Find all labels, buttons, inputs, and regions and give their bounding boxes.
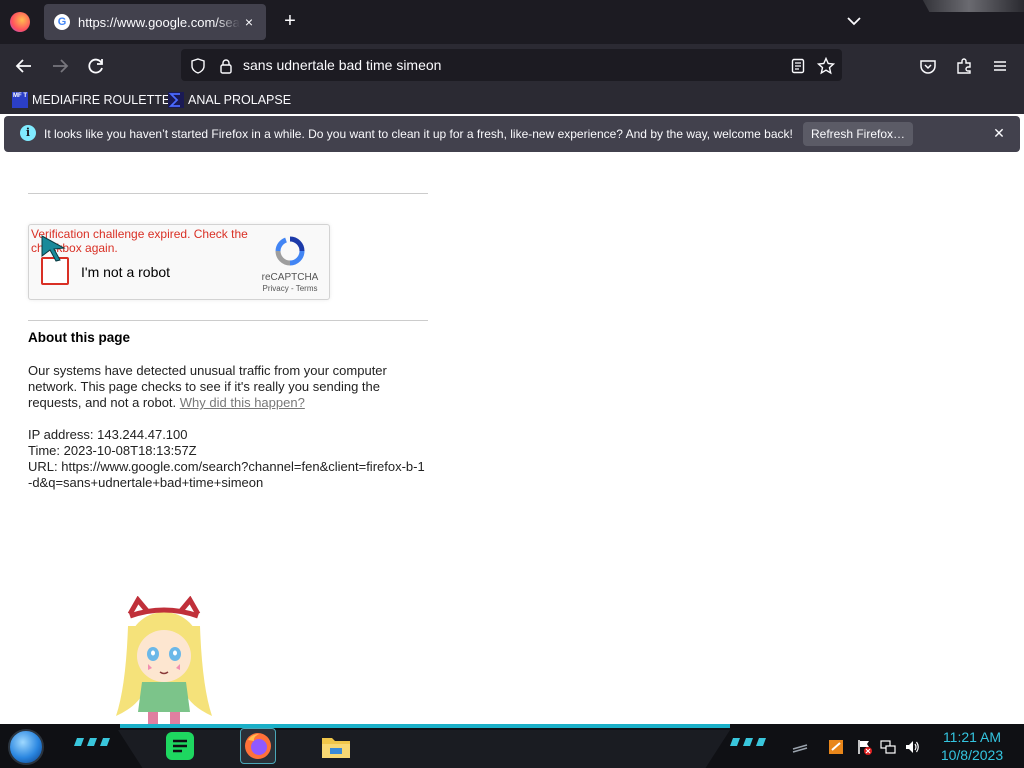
divider [28,320,428,321]
tab-bar: G https://www.google.com/search?channel=… [0,0,1024,44]
firefox-icon [245,733,271,759]
request-url: URL: https://www.google.com/search?chann… [28,459,425,490]
taskbar-decoration [74,738,110,746]
recaptcha-logo-icon [275,236,305,266]
new-tab-button[interactable]: + [279,10,301,32]
shield-icon[interactable] [189,57,207,75]
bookmarks-toolbar: MF T MEDIAFIRE ROULETTER ANAL PROLAPSE [0,86,1024,114]
bookmark-label: MEDIAFIRE ROULETTER [32,93,180,107]
reader-view-icon[interactable] [789,57,807,75]
mediafire-icon: MF T [12,92,28,108]
bookmark-star-icon[interactable] [817,57,835,75]
captcha-label: I'm not a robot [81,264,171,280]
volume-icon[interactable] [904,739,920,755]
divider [28,193,428,194]
window-decoration [922,0,1024,12]
action-center-flag-icon[interactable] [856,739,872,755]
why-link[interactable]: Why did this happen? [180,395,305,410]
explanation-paragraph: Our systems have detected unusual traffi… [28,363,428,411]
about-title: About this page [28,330,130,345]
google-favicon-icon: G [54,14,70,30]
taskbar-firefox[interactable] [240,728,276,764]
spotify-icon [166,732,194,760]
taskbar-file-explorer[interactable] [318,728,354,764]
recaptcha-widget: Verification challenge expired. Check th… [28,224,330,300]
puzzle-icon [957,58,971,74]
bookmark-label: ANAL PROLAPSE [188,93,292,107]
taskbar: 11:21 AM 10/8/2023 [0,724,1024,768]
tray-app-icon[interactable] [828,739,844,755]
recaptcha-brand: reCAPTCHA [261,272,319,283]
app-menu-button[interactable] [988,54,1012,78]
ip-address: IP address: 143.244.47.100 [28,427,188,442]
mouse-cursor-icon [41,235,66,262]
sigma-icon [168,92,184,108]
taskbar-deck [118,730,730,768]
timestamp: Time: 2023-10-08T18:13:57Z [28,443,197,458]
refresh-firefox-button[interactable]: Refresh Firefox… [803,122,913,146]
navigation-toolbar: sans udnertale bad time simeon [0,44,1024,86]
recaptcha-privacy-terms[interactable]: Privacy - Terms [253,284,327,293]
reload-button[interactable] [84,54,108,78]
info-icon: i [20,125,36,141]
tab-google-search[interactable]: G https://www.google.com/search?channel=… [44,4,266,40]
back-button[interactable] [12,54,36,78]
url-text[interactable]: sans udnertale bad time simeon [243,57,441,73]
arrow-right-icon [53,59,69,73]
arrow-left-icon [15,59,31,73]
show-hidden-icons[interactable] [792,739,808,755]
address-bar[interactable]: sans udnertale bad time simeon [181,49,842,81]
cartoon-character-sticker [116,596,212,724]
taskbar-decoration [730,738,766,746]
network-icon[interactable] [880,739,896,755]
chevron-down-icon [847,17,861,26]
clock-time: 11:21 AM [942,729,1002,745]
notification-text: It looks like you haven’t started Firefo… [44,127,793,141]
forward-button[interactable] [48,54,72,78]
system-clock[interactable]: 11:21 AM 10/8/2023 [934,728,1010,764]
bookmark-mediafire-rouletter[interactable]: MF T MEDIAFIRE ROULETTER [12,90,179,110]
list-all-tabs-button[interactable] [844,10,864,32]
screen: G https://www.google.com/search?channel=… [0,0,1024,768]
page-content: Verification challenge expired. Check th… [0,156,1024,724]
lock-icon[interactable] [217,57,235,75]
taskbar-spotify[interactable] [162,728,198,764]
close-notification-button[interactable]: ✕ [990,124,1008,142]
clock-date: 10/8/2023 [940,747,1004,763]
firefox-view-icon[interactable] [10,12,30,32]
extensions-button[interactable] [952,54,976,78]
pocket-button[interactable] [916,54,940,78]
pocket-icon [920,60,936,74]
bookmark-anal-prolapse[interactable]: ANAL PROLAPSE [168,90,291,110]
reload-icon [88,58,103,74]
tab-title: https://www.google.com/search?channel=fe… [78,14,240,30]
refresh-firefox-notification: i It looks like you haven’t started Fire… [4,116,1020,152]
tab-close-button[interactable]: × [240,14,258,30]
taskbar-accent [120,724,730,728]
file-explorer-icon [322,738,350,758]
hamburger-menu-icon [994,61,1006,71]
start-button[interactable] [8,729,44,765]
